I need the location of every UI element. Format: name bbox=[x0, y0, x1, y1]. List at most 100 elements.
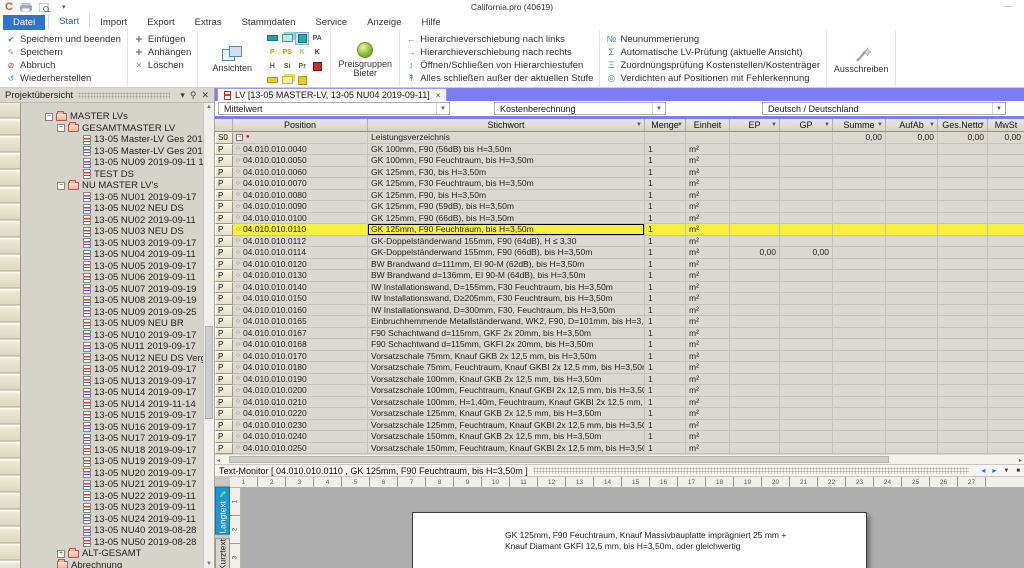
menge-cell[interactable]: 1 bbox=[645, 328, 686, 340]
gesnetto-cell[interactable] bbox=[938, 201, 988, 213]
gp-cell[interactable] bbox=[780, 351, 833, 363]
position-cell[interactable]: ○ 04.010.010.0050 bbox=[233, 155, 368, 167]
ep-cell[interactable] bbox=[730, 385, 780, 397]
lv-table-row[interactable]: P ○ 04.010.010.0230 Vorsatzschale 125mm,… bbox=[215, 420, 1024, 432]
gp-cell[interactable] bbox=[780, 259, 833, 271]
summe-cell[interactable] bbox=[833, 282, 886, 294]
tree-item[interactable]: Abrechnung bbox=[21, 560, 214, 568]
gesnetto-cell[interactable] bbox=[938, 259, 988, 271]
gp-cell[interactable] bbox=[780, 167, 833, 179]
position-cell[interactable]: ○ 04.010.010.0060 bbox=[233, 167, 368, 179]
tree-scrollbar[interactable]: ▲ ▼ bbox=[203, 103, 214, 568]
tab-kurztext[interactable]: Kurztext bbox=[215, 538, 230, 568]
einheit-cell[interactable] bbox=[686, 132, 730, 144]
row-type-cell[interactable]: P bbox=[215, 201, 233, 213]
summe-cell[interactable] bbox=[833, 247, 886, 259]
gp-cell[interactable] bbox=[780, 224, 833, 236]
row-type-cell[interactable]: P bbox=[215, 339, 233, 351]
mwst-cell[interactable] bbox=[988, 167, 1024, 179]
tree-item[interactable]: 13-05 NU08 2019-09-19 bbox=[21, 295, 214, 307]
ep-cell[interactable] bbox=[730, 362, 780, 374]
row-type-cell[interactable]: P bbox=[215, 155, 233, 167]
lv-table-row[interactable]: P ○ 04.010.010.0070 GK 125mm, F30 Feucht… bbox=[215, 178, 1024, 190]
stichwort-cell[interactable]: Vorsatzschale 100mm, H=1,40m, Feuchtraum… bbox=[368, 397, 645, 409]
tree-item[interactable]: 13-05 NU16 2019-09-17 bbox=[21, 422, 214, 434]
ribbon-tab[interactable]: Stammdaten bbox=[232, 15, 306, 30]
row-type-cell[interactable]: P bbox=[215, 305, 233, 317]
row-type-cell[interactable]: P bbox=[215, 270, 233, 282]
view-mode-button[interactable]: K bbox=[310, 46, 324, 59]
menge-cell[interactable]: 1 bbox=[645, 213, 686, 225]
mwst-cell[interactable] bbox=[988, 155, 1024, 167]
stichwort-cell[interactable]: Vorsatzschale 125mm, Feuchtraum, Knauf G… bbox=[368, 420, 645, 432]
column-filter-arrow-icon[interactable]: ▼ bbox=[929, 122, 935, 128]
menge-cell[interactable]: 1 bbox=[645, 247, 686, 259]
stichwort-cell[interactable]: F90 Schachtwand d=115mm, GKF 2x 20mm, bi… bbox=[368, 328, 645, 340]
summe-cell[interactable] bbox=[833, 190, 886, 202]
gesnetto-cell[interactable] bbox=[938, 213, 988, 225]
gesnetto-cell[interactable] bbox=[938, 282, 988, 294]
gesnetto-cell[interactable] bbox=[938, 316, 988, 328]
lv-table-row[interactable]: P ○ 04.010.010.0250 Vorsatzschale 150mm,… bbox=[215, 443, 1024, 455]
menge-cell[interactable]: 1 bbox=[645, 374, 686, 386]
mwst-cell[interactable] bbox=[988, 351, 1024, 363]
stichwort-cell[interactable]: Einbruchhemmende Metallständerwand, WK2,… bbox=[368, 316, 645, 328]
row-type-cell[interactable]: S0 bbox=[215, 132, 233, 144]
ep-cell[interactable] bbox=[730, 351, 780, 363]
view-mode-button[interactable] bbox=[265, 32, 279, 45]
lv-table-row[interactable]: P ○ 04.010.010.0080 GK 125mm, F90, bis H… bbox=[215, 190, 1024, 202]
menge-cell[interactable]: 1 bbox=[645, 385, 686, 397]
summe-cell[interactable] bbox=[833, 213, 886, 225]
aufab-cell[interactable] bbox=[886, 259, 938, 271]
menge-cell[interactable]: 1 bbox=[645, 431, 686, 443]
nav-dropdown-icon[interactable]: ▼ bbox=[1003, 468, 1009, 474]
einheit-cell[interactable]: m² bbox=[686, 316, 730, 328]
column-filter-arrow-icon[interactable]: ▼ bbox=[824, 122, 830, 128]
column-header[interactable]: Stichwort ▼ bbox=[368, 119, 645, 132]
column-filter-arrow-icon[interactable]: ▼ bbox=[771, 122, 777, 128]
column-header[interactable]: MwSt bbox=[988, 119, 1024, 132]
combo-arrow-icon[interactable]: ▼ bbox=[436, 103, 449, 114]
summe-cell[interactable] bbox=[833, 293, 886, 305]
gesnetto-cell[interactable] bbox=[938, 167, 988, 179]
gesnetto-cell[interactable] bbox=[938, 374, 988, 386]
row-type-cell[interactable]: P bbox=[215, 144, 233, 156]
summe-cell[interactable] bbox=[833, 431, 886, 443]
lv-table-row[interactable]: P ○ 04.010.010.0170 Vorsatzschale 75mm, … bbox=[215, 351, 1024, 363]
ep-cell[interactable] bbox=[730, 282, 780, 294]
mwst-cell[interactable] bbox=[988, 362, 1024, 374]
gesnetto-cell[interactable] bbox=[938, 397, 988, 409]
ribbon-tab[interactable]: Export bbox=[137, 15, 184, 30]
position-cell[interactable]: − ● bbox=[233, 132, 368, 144]
gesnetto-cell[interactable] bbox=[938, 408, 988, 420]
aufab-cell[interactable] bbox=[886, 247, 938, 259]
position-cell[interactable]: ○ 04.010.010.0120 bbox=[233, 259, 368, 271]
einheit-cell[interactable]: m² bbox=[686, 213, 730, 225]
einheit-cell[interactable]: m² bbox=[686, 362, 730, 374]
tree-item[interactable]: 13-05 NU12 2019-09-17 bbox=[21, 364, 214, 376]
row-type-cell[interactable]: P bbox=[215, 293, 233, 305]
gesnetto-cell[interactable] bbox=[938, 305, 988, 317]
view-mode-button[interactable] bbox=[280, 32, 294, 45]
summe-cell[interactable] bbox=[833, 397, 886, 409]
aufab-cell[interactable] bbox=[886, 155, 938, 167]
lv-table-row[interactable]: P ○ 04.010.010.0150 IW Installationswand… bbox=[215, 293, 1024, 305]
position-cell[interactable]: ○ 04.010.010.0200 bbox=[233, 385, 368, 397]
tree-expander-icon[interactable]: − bbox=[45, 113, 53, 121]
menge-cell[interactable]: 1 bbox=[645, 282, 686, 294]
stichwort-cell[interactable]: GK 125mm, F90, bis H=3,50m bbox=[368, 190, 645, 202]
ribbon-command[interactable]: ↕ Öffnen/Schließen von Hierarchiestufen bbox=[406, 59, 593, 71]
minimize-button[interactable]: — bbox=[1004, 2, 1012, 11]
ribbon-command[interactable]: ↺ Wiederherstellen bbox=[6, 72, 121, 84]
gesnetto-cell[interactable] bbox=[938, 339, 988, 351]
lv-table-row[interactable]: P ○ 04.010.010.0114 GK-Doppelständerwand… bbox=[215, 247, 1024, 259]
column-filter-arrow-icon[interactable]: ▼ bbox=[979, 122, 985, 128]
ribbon-command[interactable]: Ξ Zuordnungsprüfung Kostenstellen/Kosten… bbox=[606, 59, 820, 71]
ep-cell[interactable] bbox=[730, 144, 780, 156]
tree-item[interactable]: − GESAMTMASTER LV bbox=[21, 123, 214, 135]
menge-cell[interactable]: 1 bbox=[645, 408, 686, 420]
aufab-cell[interactable] bbox=[886, 305, 938, 317]
mwst-cell[interactable]: 0,00 bbox=[988, 132, 1024, 144]
tree-item[interactable]: 13-05 NU07 2019-09-19 bbox=[21, 284, 214, 296]
gesnetto-cell[interactable] bbox=[938, 155, 988, 167]
